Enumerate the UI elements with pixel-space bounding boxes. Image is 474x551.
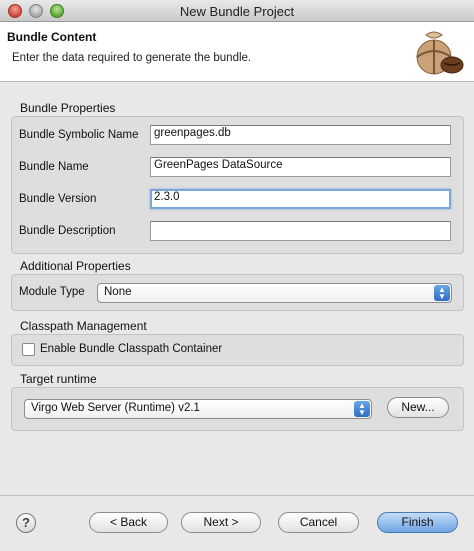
page-description: Enter the data required to generate the … <box>12 52 252 64</box>
enable-classpath-label[interactable]: Enable Bundle Classpath Container <box>40 343 222 355</box>
bundle-description-field[interactable] <box>150 221 451 241</box>
additional-properties-label: Additional Properties <box>20 259 131 273</box>
bundle-properties-label: Bundle Properties <box>20 101 116 115</box>
bundle-name-field[interactable]: GreenPages DataSource <box>150 157 451 177</box>
title-bar: New Bundle Project <box>0 0 474 22</box>
footer-divider <box>0 495 474 496</box>
up-down-arrows-icon: ▲ ▼ <box>434 285 450 301</box>
up-down-arrows-icon: ▲ ▼ <box>354 401 370 417</box>
finish-button[interactable]: Finish <box>377 512 458 533</box>
new-runtime-button[interactable]: New... <box>387 397 449 418</box>
bundle-description-label: Bundle Description <box>19 225 116 237</box>
bundle-name-label: Bundle Name <box>19 161 89 173</box>
module-type-label: Module Type <box>19 286 85 298</box>
window-title: New Bundle Project <box>179 4 295 19</box>
help-icon[interactable]: ? <box>16 513 36 533</box>
wizard-header: Bundle Content Enter the data required t… <box>0 22 474 82</box>
symbolic-name-label: Bundle Symbolic Name <box>19 129 139 141</box>
target-runtime-label: Target runtime <box>20 372 97 386</box>
enable-classpath-checkbox[interactable] <box>22 343 35 356</box>
target-runtime-select[interactable]: Virgo Web Server (Runtime) v2.1 ▲ ▼ <box>24 399 372 419</box>
classpath-label: Classpath Management <box>20 319 147 333</box>
page-title: Bundle Content <box>7 30 97 44</box>
bundle-version-field[interactable]: 2.3.0 <box>150 189 451 209</box>
bundle-wizard-icon <box>416 31 464 75</box>
back-button[interactable]: < Back <box>89 512 168 533</box>
module-type-value: None <box>104 286 132 298</box>
bundle-version-label: Bundle Version <box>19 193 97 205</box>
target-runtime-value: Virgo Web Server (Runtime) v2.1 <box>31 402 200 414</box>
module-type-select[interactable]: None ▲ ▼ <box>97 283 452 303</box>
next-button[interactable]: Next > <box>181 512 261 533</box>
symbolic-name-field[interactable]: greenpages.db <box>150 125 451 145</box>
cancel-button[interactable]: Cancel <box>278 512 359 533</box>
